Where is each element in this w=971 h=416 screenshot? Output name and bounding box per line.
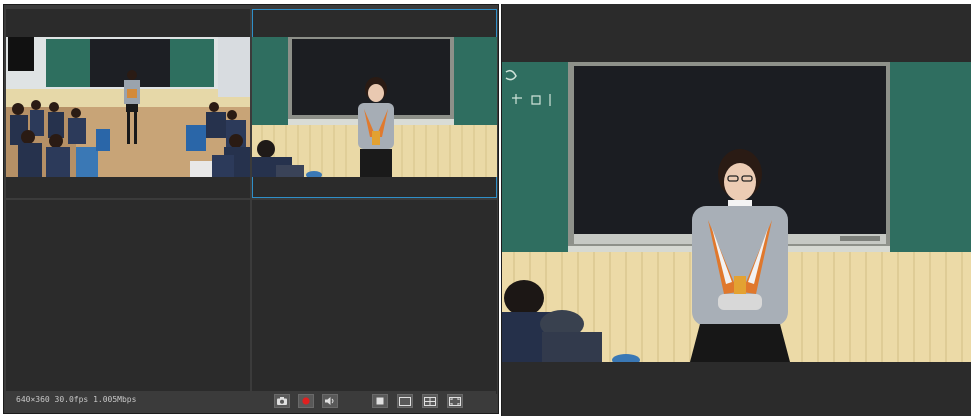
video-cell-2[interactable] — [252, 9, 497, 198]
video-cell-4[interactable] — [252, 200, 497, 394]
layout-single-button[interactable] — [372, 394, 388, 408]
stream-stats-label: 640×360 30.0fps 1.005Mbps — [16, 395, 137, 404]
video-feed-teacher-close — [252, 37, 497, 177]
record-button[interactable] — [298, 394, 314, 408]
video-feed-teacher-enlarged — [502, 62, 971, 362]
single-view-player[interactable] — [501, 4, 971, 416]
video-feed-classroom-wide — [6, 37, 250, 177]
fullscreen-icon — [449, 396, 461, 406]
layout-wide-icon — [399, 396, 411, 406]
layout-single-icon — [376, 397, 384, 405]
layout-quad-icon — [424, 396, 436, 406]
layout-quad-button[interactable] — [422, 394, 438, 408]
player-toolbar: 640×360 30.0fps 1.005Mbps — [6, 391, 496, 411]
layout-wide-button[interactable] — [397, 394, 413, 408]
multi-view-player: 640×360 30.0fps 1.005Mbps — [3, 4, 499, 414]
audio-button[interactable] — [322, 394, 338, 408]
video-cell-3[interactable] — [6, 200, 250, 394]
snapshot-button[interactable] — [274, 394, 290, 408]
video-cell-1[interactable] — [6, 9, 250, 198]
volume-icon — [325, 397, 334, 405]
record-icon — [302, 397, 310, 405]
fullscreen-button[interactable] — [447, 394, 463, 408]
camera-icon — [277, 397, 287, 405]
